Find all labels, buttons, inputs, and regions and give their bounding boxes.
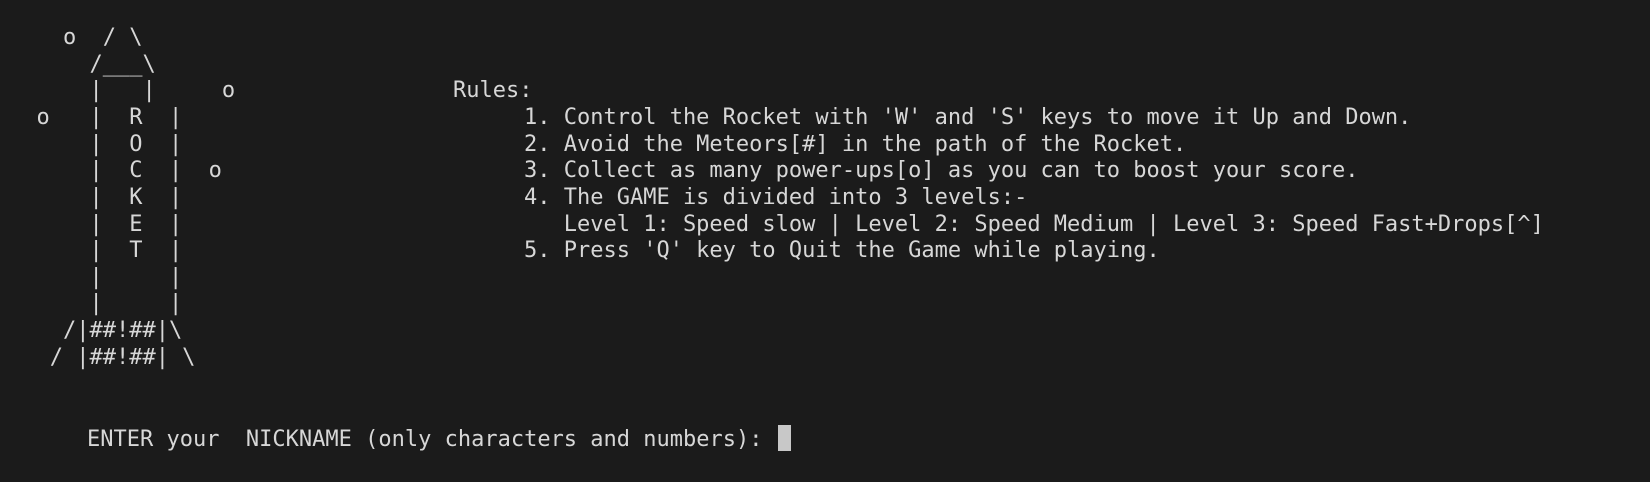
rule-item: 2. Avoid the Meteors[#] in the path of t…	[524, 132, 1187, 157]
terminal-window: ^ o / \ /___\ | | o o | R | | O | | C | …	[0, 0, 1650, 452]
rocket-art-line: | O |	[10, 132, 183, 157]
rocket-art-line: | T |	[10, 238, 183, 263]
rule-item: 3. Collect as many power-ups[o] as you c…	[524, 158, 1359, 183]
rocket-art-line: | C | o	[10, 158, 222, 183]
rocket-art-line: | |	[10, 265, 183, 290]
nickname-prompt-label: ENTER your NICKNAME (only characters and…	[86, 427, 776, 452]
rocket-art-line: o / \	[10, 25, 143, 50]
rocket-art-line: /___\	[10, 52, 156, 77]
rocket-art-line: | E |	[10, 212, 183, 237]
rocket-art-line: /|##!##|\	[10, 318, 183, 343]
rocket-art-line: | |	[10, 291, 183, 316]
rocket-art-line: o | R |	[10, 105, 183, 130]
nickname-prompt-line[interactable]: ENTER your NICKNAME (only characters and…	[34, 397, 791, 482]
rule-item: 5. Press 'Q' key to Quit the Game while …	[524, 238, 1160, 263]
rule-item-levels: Level 1: Speed slow | Level 2: Speed Med…	[524, 212, 1544, 237]
rocket-art-line: | K |	[10, 185, 183, 210]
rules-heading: Rules:	[453, 78, 533, 103]
rocket-art-line: / |##!##| \	[10, 345, 196, 370]
rule-item: 4. The GAME is divided into 3 levels:-	[524, 185, 1028, 210]
rule-item: 1. Control the Rocket with 'W' and 'S' k…	[524, 105, 1412, 130]
text-cursor[interactable]	[777, 425, 791, 451]
rocket-art-line: ^	[122, 0, 254, 13]
rocket-art-line: | | o	[10, 78, 236, 103]
